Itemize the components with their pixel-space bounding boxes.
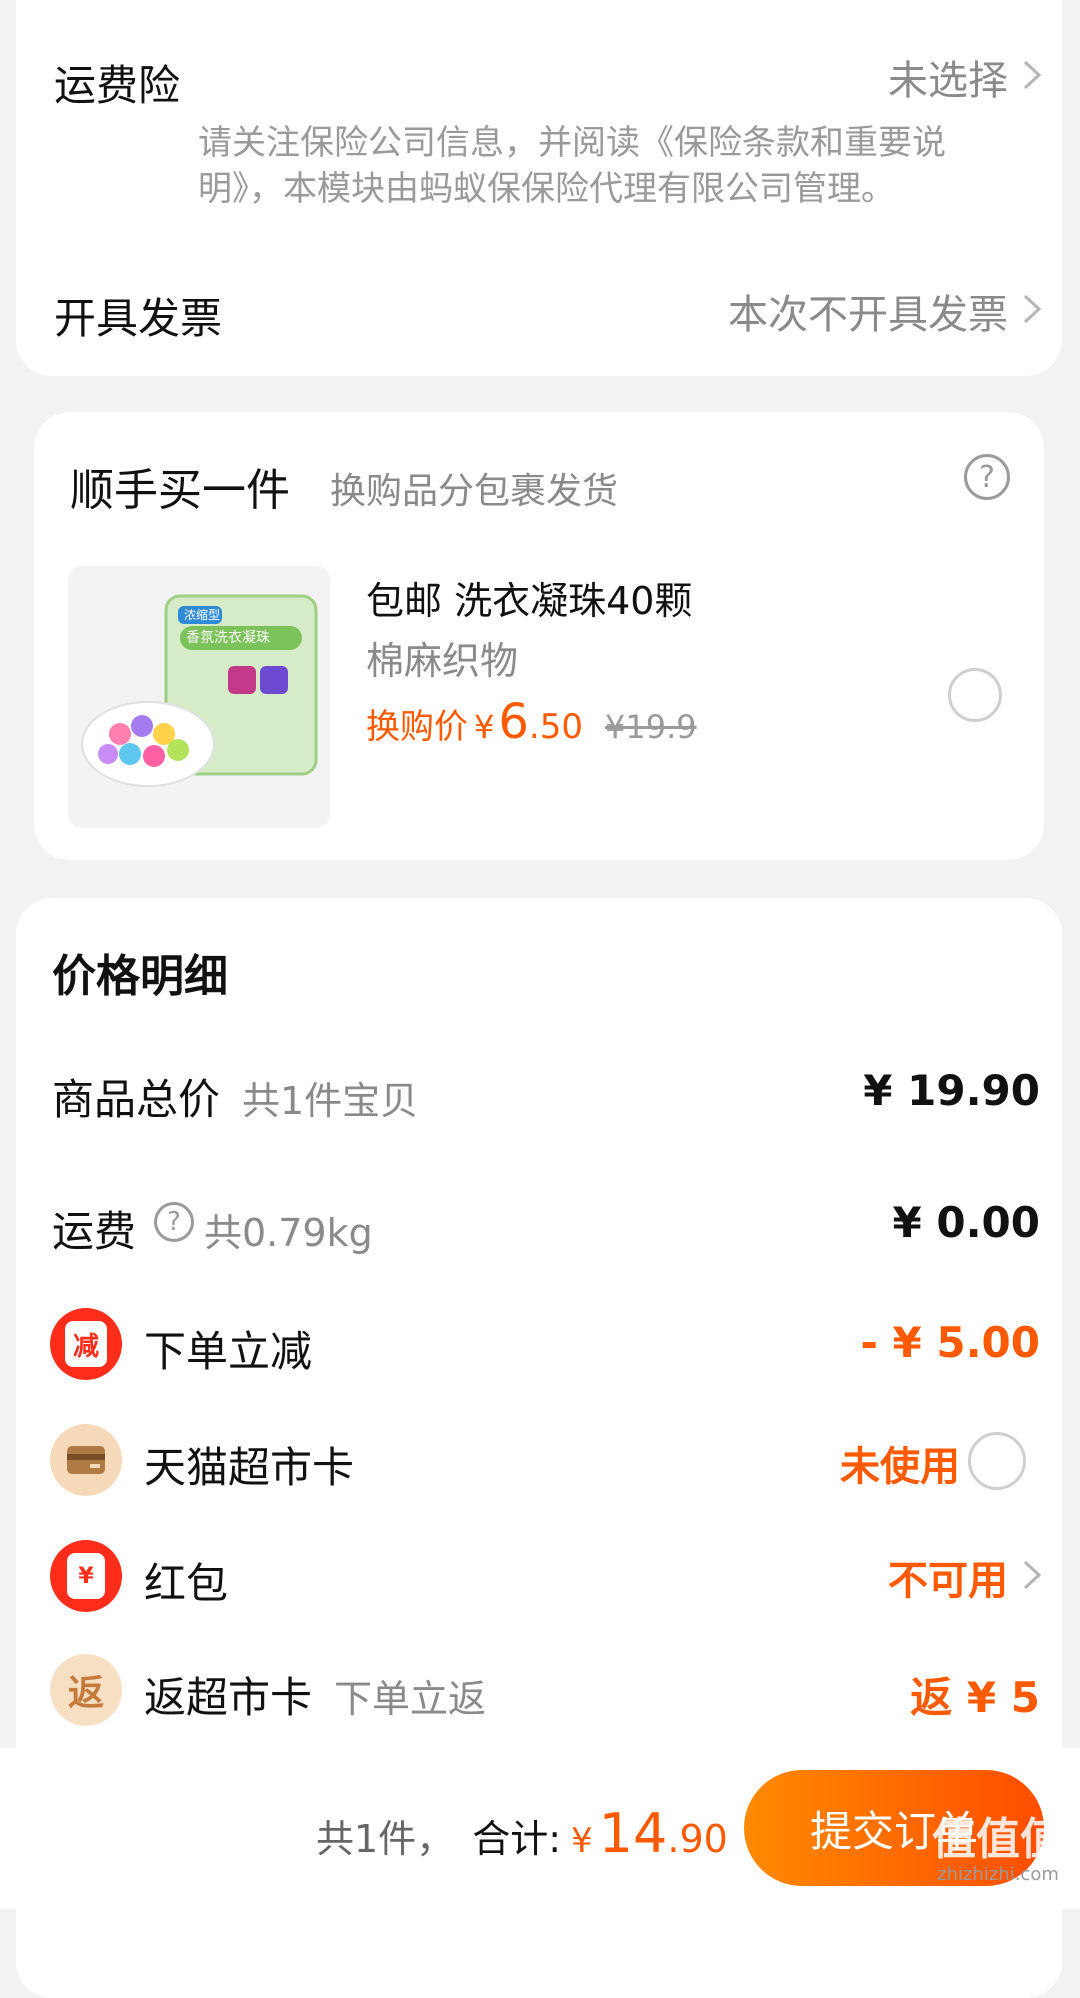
product-spec: 棉麻织物 <box>366 639 519 683</box>
price-decimal: .50 <box>528 707 583 747</box>
discount-label: 下单立减 <box>144 1327 313 1376</box>
footer-total-label: 合计: <box>472 1817 561 1861</box>
invoice-label: 开具发票 <box>54 294 223 343</box>
shipping-insurance-label: 运费险 <box>54 61 181 110</box>
order-options-card: 运费险 未选择 请关注保险公司信息，并阅读《保险条款和重要说 明》，本模块由蚂蚁… <box>16 0 1062 376</box>
price-integer: 6 <box>498 694 529 750</box>
cashback-label: 返超市卡 <box>144 1673 313 1722</box>
product-price: 换购价 ¥ 6 .50 ¥19.9 <box>366 694 697 750</box>
goods-total-label: 商品总价 <box>52 1075 221 1124</box>
tmall-card-label: 天猫超市卡 <box>144 1443 355 1492</box>
package-brand: 浓缩型 <box>184 608 221 622</box>
cashback-value: 返 ¥ 5 <box>910 1673 1040 1722</box>
footer-count: 共1件， <box>316 1817 455 1861</box>
tmall-card-radio[interactable] <box>968 1432 1026 1490</box>
shipping-label: 运费 <box>52 1207 137 1256</box>
watermark-url: zhizhizhi.com <box>937 1864 1059 1885</box>
footer-summary: 共1件， 合计: ¥ 14 .90 <box>316 1802 728 1865</box>
original-price: ¥19.9 <box>604 708 697 746</box>
footer-total-dec: .90 <box>667 1817 728 1861</box>
help-icon[interactable]: ? <box>964 454 1010 500</box>
shipping-weight: 共0.79kg <box>204 1211 373 1255</box>
discount-value: - ¥ 5.00 <box>860 1318 1040 1367</box>
footer-currency: ¥ <box>571 1821 593 1861</box>
card-icon <box>50 1424 122 1496</box>
watermark: 值值值 zhizhizhi.com <box>920 1816 1076 1886</box>
chevron-right-icon <box>1022 59 1042 95</box>
product-image[interactable]: 浓缩型 香氛洗衣凝珠 <box>68 566 330 828</box>
footer-bar: 共1件， 合计: ¥ 14 .90 提交订单 值值值 zhizhizhi.com <box>0 1748 1080 1909</box>
price-detail-title: 价格明细 <box>52 951 228 1002</box>
invoice-selector[interactable]: 本次不开具发票 <box>728 282 1042 340</box>
shipping-insurance-selector[interactable]: 未选择 <box>888 48 1042 106</box>
shipping-insurance-value: 未选择 <box>888 58 1008 104</box>
redpacket-icon-text: ¥ <box>78 1563 94 1589</box>
cashback-note: 下单立返 <box>334 1677 487 1721</box>
addon-subtitle: 换购品分包裹发货 <box>330 471 619 512</box>
cashback-icon: 返 <box>50 1654 122 1726</box>
discount-icon: 减 <box>50 1308 122 1380</box>
addon-card: 顺手买一件 换购品分包裹发货 ? 浓缩型 香氛洗衣凝珠 包邮 洗衣凝珠40颗 棉… <box>34 412 1044 860</box>
insurance-note: 请关注保险公司信息，并阅读《保险条款和重要说 明》，本模块由蚂蚁保保险代理有限公… <box>198 120 946 212</box>
chevron-right-icon <box>1022 1559 1042 1595</box>
insurance-note-line1: 请关注保险公司信息，并阅读《保险条款和重要说 <box>198 123 946 163</box>
insurance-note-line2: 明》，本模块由蚂蚁保保险代理有限公司管理。 <box>198 169 895 209</box>
price-currency: ¥ <box>474 708 495 746</box>
goods-count: 共1件宝贝 <box>242 1079 419 1123</box>
tmall-card-value: 未使用 <box>840 1444 960 1490</box>
chevron-right-icon <box>1022 293 1042 329</box>
addon-select-radio[interactable] <box>948 668 1002 722</box>
redpacket-icon: ¥ <box>50 1540 122 1612</box>
shipping-value: ¥ 0.00 <box>892 1198 1040 1247</box>
package-name: 香氛洗衣凝珠 <box>186 630 270 646</box>
footer-total-int: 14 <box>598 1802 668 1865</box>
discount-icon-text: 减 <box>72 1331 99 1362</box>
redpacket-selector[interactable]: 不可用 <box>888 1548 1042 1606</box>
invoice-value: 本次不开具发票 <box>728 292 1008 338</box>
redpacket-value: 不可用 <box>888 1558 1008 1604</box>
goods-total-value: ¥ 19.90 <box>863 1066 1040 1115</box>
addon-title: 顺手买一件 <box>70 465 290 516</box>
watermark-logo: 值值值 <box>932 1814 1064 1865</box>
price-label: 换购价 <box>366 707 468 747</box>
cashback-icon-text: 返 <box>67 1673 104 1714</box>
help-icon[interactable]: ? <box>154 1202 194 1242</box>
redpacket-label: 红包 <box>144 1559 229 1608</box>
product-name[interactable]: 包邮 洗衣凝珠40颗 <box>366 570 692 625</box>
